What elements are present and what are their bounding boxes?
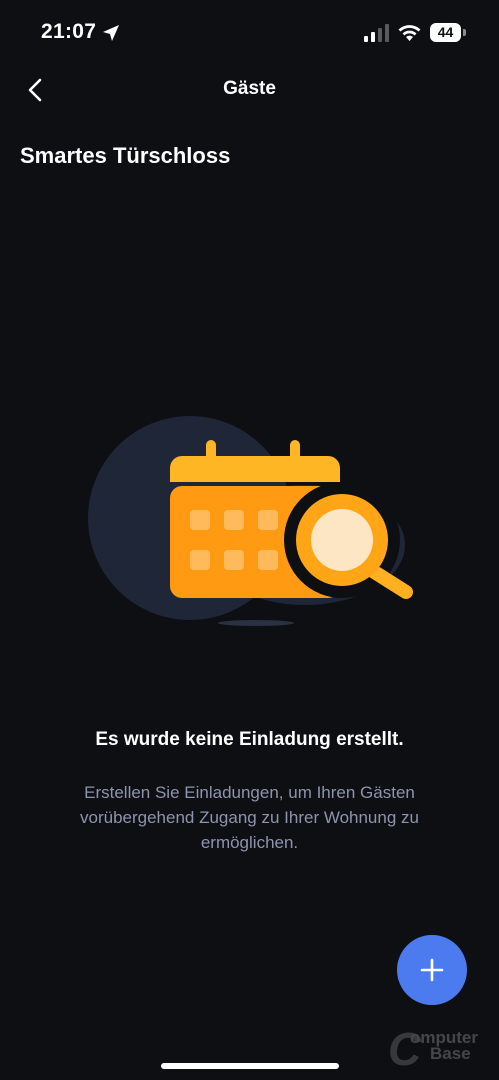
battery-indicator: 44 [430,23,466,42]
plus-icon [420,958,444,982]
page-title: Gäste [223,78,276,99]
add-invitation-button[interactable] [397,935,467,1005]
empty-state-description: Erstellen Sie Einladungen, um Ihren Gäst… [80,783,419,852]
section-title: Smartes Türschloss [20,143,231,168]
wifi-icon [398,25,421,41]
watermark-logo: C omputer Base [388,1020,493,1076]
empty-state-title: Es wurde keine Einladung erstellt. [95,729,404,750]
watermark-line2-text: ase [442,1044,471,1063]
magnifier-lens [311,509,373,571]
location-arrow-icon [103,25,119,41]
battery-level: 44 [430,23,461,42]
calendar-header [170,456,340,482]
home-indicator[interactable] [161,1063,339,1069]
status-bar: 21:07 44 [0,0,499,66]
nav-bar: Gäste [0,66,499,114]
calendar-search-illustration [88,416,413,626]
watermark-letter-b: B [430,1044,443,1063]
status-time: 21:07 [41,20,97,43]
battery-tip [463,29,466,36]
calendar-ring-right [290,440,300,466]
watermark-line2: Base [430,1044,471,1064]
calendar-ring-left [206,440,216,466]
cellular-signal-icon [364,24,389,42]
illustration-shadow [218,620,294,626]
